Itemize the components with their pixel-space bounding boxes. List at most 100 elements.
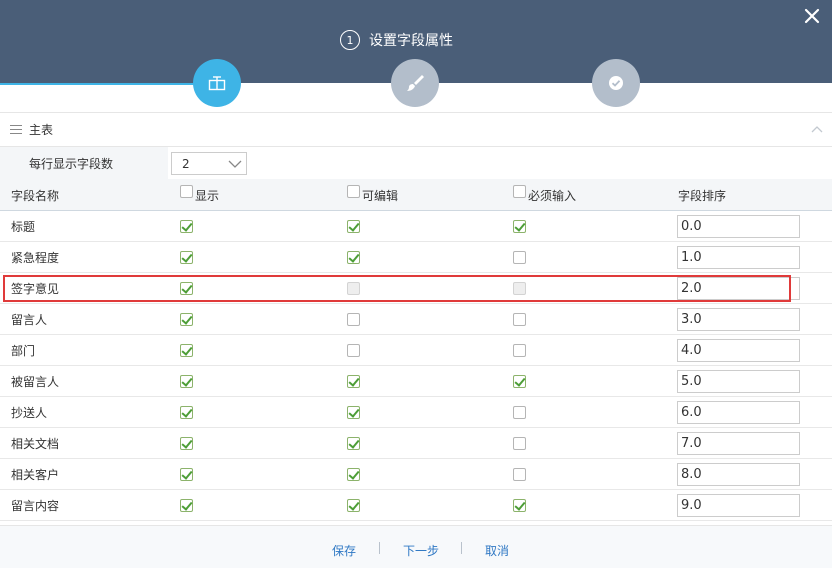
order-input[interactable]: 4.0 [677,338,800,362]
order-input[interactable]: 7.0 [677,431,800,455]
column-header-edit: 可编辑 [347,179,398,211]
order-input[interactable]: 9.0 [677,493,800,517]
required-checkbox[interactable] [513,498,526,512]
edit-cell [347,428,360,458]
step-1-button[interactable] [193,59,241,107]
edit-checkbox[interactable] [347,343,360,357]
next-step-button[interactable]: 下一步 [403,542,439,559]
step-title-text: 设置字段属性 [369,33,453,49]
required-checkbox[interactable] [513,374,526,388]
step-3-button[interactable] [592,59,640,107]
fields-per-row-setting: 每行显示字段数 2 [0,147,832,179]
table-row: 留言人 3.0 [0,304,832,335]
show-cell [180,459,193,489]
save-button[interactable]: 保存 [332,542,356,559]
order-input[interactable]: 3.0 [677,307,800,331]
order-input[interactable]: 0.0 [677,214,800,238]
fields-per-row-label: 每行显示字段数 [0,147,168,179]
order-cell: 7.0 [677,428,800,458]
show-checkbox[interactable] [180,498,193,512]
show-checkbox[interactable] [180,343,193,357]
fields-per-row-value: 2 [182,156,190,171]
order-cell: 0.0 [677,211,800,241]
required-checkbox[interactable] [513,219,526,233]
required-cell [513,366,526,396]
required-checkbox[interactable] [513,312,526,326]
column-header-required-label: 必须输入 [528,188,577,203]
step-2-button[interactable] [391,59,439,107]
edit-checkbox[interactable] [347,405,360,419]
show-checkbox[interactable] [180,374,193,388]
show-cell [180,366,193,396]
order-cell: 3.0 [677,304,800,334]
table-row: 部门 4.0 [0,335,832,366]
show-checkbox[interactable] [180,467,193,481]
show-checkbox[interactable] [180,219,193,233]
table-row: 相关文档 7.0 [0,428,832,459]
edit-checkbox[interactable] [347,374,360,388]
required-checkbox[interactable] [513,343,526,357]
show-checkbox[interactable] [180,436,193,450]
field-settings-dialog: 1 设置字段属性 主表 每行显示字段数 2 字段名称 显示 可编辑 必须输入 字… [0,0,832,568]
edit-cell [347,335,360,365]
section-title: 主表 [29,123,54,137]
column-header-show-label: 显示 [195,188,220,203]
field-name: 相关文档 [11,436,60,451]
show-checkbox[interactable] [180,405,193,419]
edit-cell [347,366,360,396]
field-layout-icon [208,76,226,91]
chevron-up-icon[interactable] [810,124,824,134]
show-checkbox[interactable] [180,250,193,264]
required-cell [513,459,526,489]
order-input[interactable]: 6.0 [677,400,800,424]
edit-checkbox[interactable] [347,312,360,326]
select-all-show-checkbox[interactable] [180,184,193,198]
edit-checkbox[interactable] [347,219,360,233]
select-all-edit-checkbox[interactable] [347,184,360,198]
required-checkbox[interactable] [513,250,526,264]
column-header-name: 字段名称 [11,188,60,203]
field-name: 部门 [11,343,36,358]
column-header-required: 必须输入 [513,179,576,211]
edit-cell [347,397,360,427]
edit-cell [347,304,360,334]
field-name: 留言内容 [11,498,60,513]
step-title: 1 设置字段属性 [340,30,453,50]
chevron-down-icon [228,160,242,168]
edit-cell [347,490,360,520]
field-name: 相关客户 [11,467,60,482]
close-icon[interactable] [803,7,821,25]
order-input[interactable]: 5.0 [677,369,800,393]
table-row: 相关客户 8.0 [0,459,832,490]
column-header-order: 字段排序 [678,188,727,203]
table-row: 被留言人 5.0 [0,366,832,397]
edit-checkbox[interactable] [347,498,360,512]
select-all-required-checkbox[interactable] [513,184,526,198]
cancel-button[interactable]: 取消 [485,542,509,559]
required-checkbox[interactable] [513,467,526,481]
edit-checkbox[interactable] [347,436,360,450]
footer-divider [379,542,380,554]
order-input[interactable]: 1.0 [677,245,800,269]
list-icon [10,124,22,135]
edit-cell [347,242,360,272]
order-cell: 8.0 [677,459,800,489]
fields-per-row-select[interactable]: 2 [171,152,247,175]
required-cell [513,490,526,520]
show-cell [180,428,193,458]
edit-checkbox[interactable] [347,467,360,481]
required-checkbox[interactable] [513,405,526,419]
column-header-edit-label: 可编辑 [362,188,399,203]
show-cell [180,211,193,241]
order-cell: 4.0 [677,335,800,365]
required-cell [513,335,526,365]
show-cell [180,242,193,272]
show-cell [180,304,193,334]
order-input[interactable]: 8.0 [677,462,800,486]
edit-checkbox[interactable] [347,250,360,264]
required-cell [513,397,526,427]
required-checkbox[interactable] [513,436,526,450]
show-checkbox[interactable] [180,312,193,326]
field-name: 被留言人 [11,374,60,389]
highlight-box [3,275,791,302]
